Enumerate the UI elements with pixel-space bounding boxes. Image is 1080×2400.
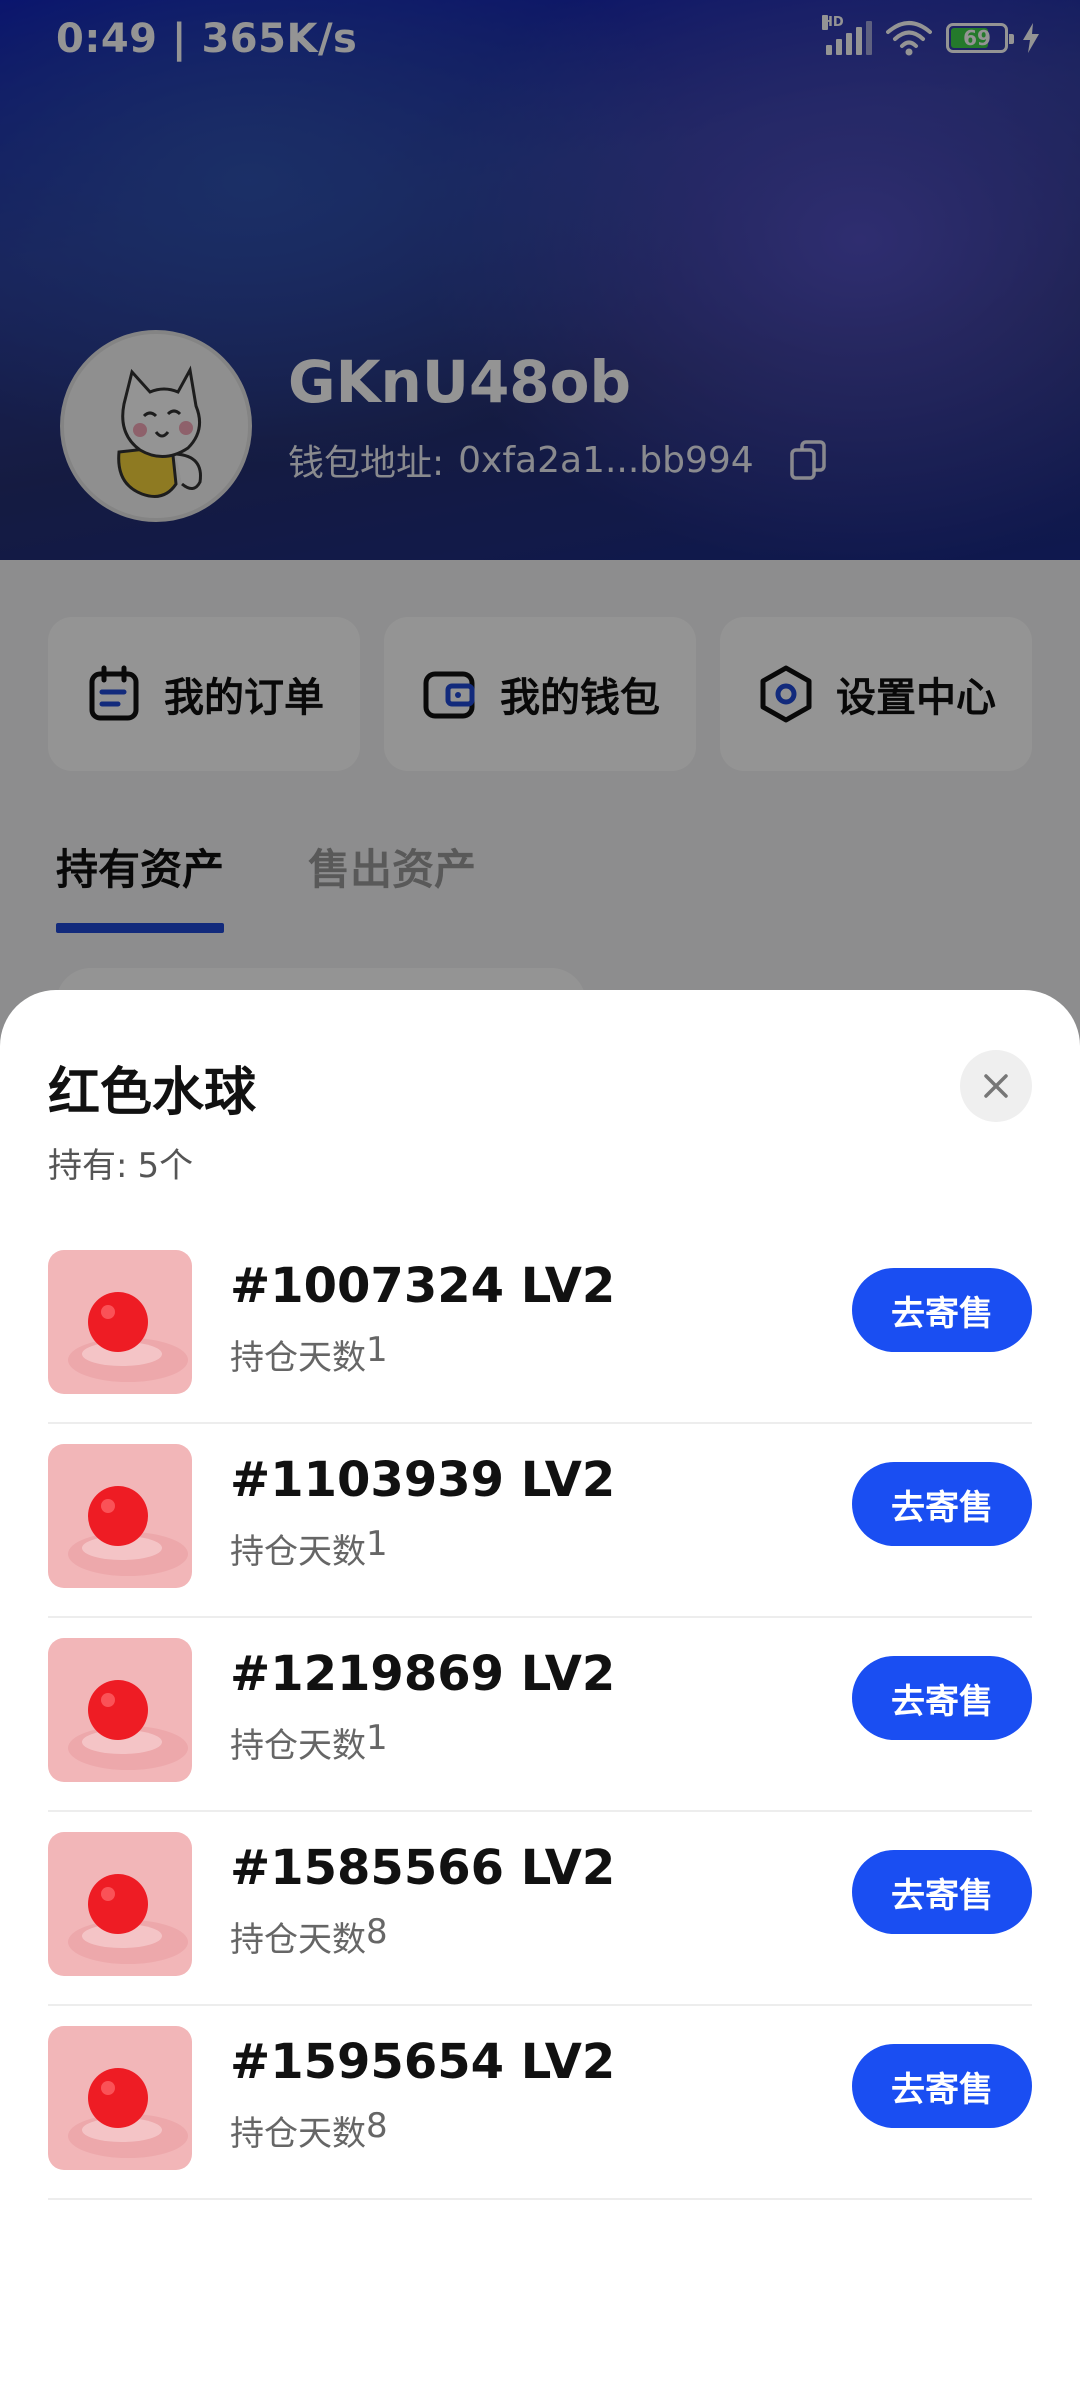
list-item: #1219869 LV2 持仓天数 1 去寄售 <box>48 1618 1032 1812</box>
holding-days: 持仓天数 8 <box>230 2106 388 2155</box>
profile-page: 0:49 | 365K/s HD 69 GKnU48ob 钱包地址: 0xfa2… <box>0 0 1080 2400</box>
days-value: 8 <box>366 1912 388 1952</box>
consign-button[interactable]: 去寄售 <box>852 1462 1032 1546</box>
holding-days: 持仓天数 1 <box>230 1330 388 1379</box>
asset-title: #1103939 LV2 <box>230 1452 616 1508</box>
days-value: 8 <box>366 2106 388 2146</box>
close-icon <box>984 1074 1008 1098</box>
holding-value: 5个 <box>137 1146 194 1186</box>
consign-button[interactable]: 去寄售 <box>852 2044 1032 2128</box>
holding-days: 持仓天数 8 <box>230 1912 388 1961</box>
list-item: #1007324 LV2 持仓天数 1 去寄售 <box>48 1230 1032 1424</box>
consign-button[interactable]: 去寄售 <box>852 1268 1032 1352</box>
holding-days: 持仓天数 1 <box>230 1718 388 1767</box>
days-label: 持仓天数 <box>230 1726 366 1766</box>
holding-label: 持有: <box>48 1146 128 1186</box>
close-button[interactable] <box>960 1050 1032 1122</box>
days-label: 持仓天数 <box>230 1338 366 1378</box>
asset-title: #1219869 LV2 <box>230 1646 616 1702</box>
consign-button[interactable]: 去寄售 <box>852 1656 1032 1740</box>
asset-bottom-sheet: 红色水球 持有: 5个 #1007324 LV2 持仓天数 1 去寄售 #110… <box>0 990 1080 2400</box>
red-balloon-thumbnail <box>48 1250 192 1394</box>
consign-button[interactable]: 去寄售 <box>852 1850 1032 1934</box>
days-value: 1 <box>366 1330 388 1370</box>
list-item: #1595654 LV2 持仓天数 8 去寄售 <box>48 2006 1032 2200</box>
days-value: 1 <box>366 1718 388 1758</box>
sheet-title: 红色水球 <box>48 1063 257 1123</box>
holding-days: 持仓天数 1 <box>230 1524 388 1573</box>
days-label: 持仓天数 <box>230 1920 366 1960</box>
asset-title: #1007324 LV2 <box>230 1258 616 1314</box>
holding-count: 持有: 5个 <box>48 1138 193 1187</box>
asset-title: #1595654 LV2 <box>230 2034 616 2090</box>
red-balloon-thumbnail <box>48 2026 192 2170</box>
days-label: 持仓天数 <box>230 1532 366 1572</box>
days-value: 1 <box>366 1524 388 1564</box>
list-item: #1585566 LV2 持仓天数 8 去寄售 <box>48 1812 1032 2006</box>
red-balloon-thumbnail <box>48 1832 192 1976</box>
red-balloon-thumbnail <box>48 1444 192 1588</box>
days-label: 持仓天数 <box>230 2114 366 2154</box>
asset-list: #1007324 LV2 持仓天数 1 去寄售 #1103939 LV2 持仓天… <box>48 1230 1032 2200</box>
red-balloon-thumbnail <box>48 1638 192 1782</box>
asset-title: #1585566 LV2 <box>230 1840 616 1896</box>
list-item: #1103939 LV2 持仓天数 1 去寄售 <box>48 1424 1032 1618</box>
